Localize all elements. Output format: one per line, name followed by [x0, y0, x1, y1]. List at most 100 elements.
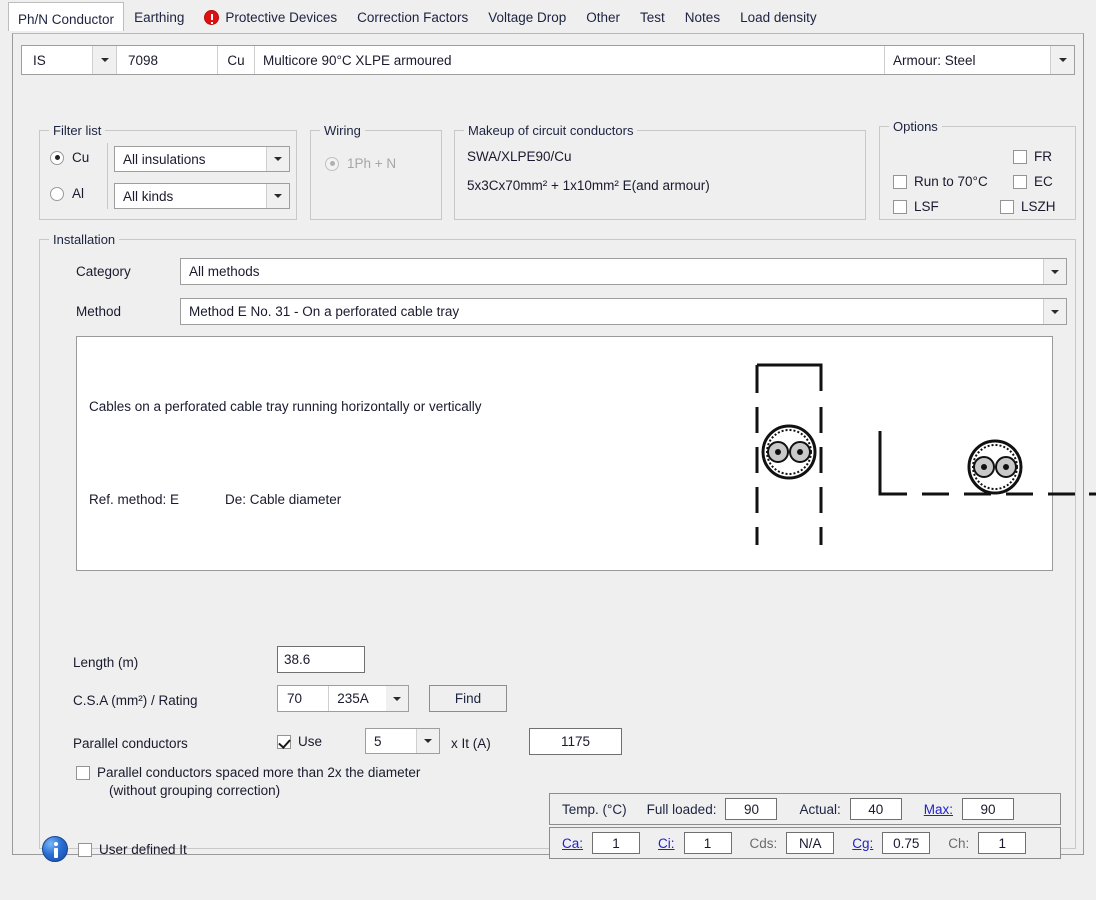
- radio-al-label: Al: [72, 186, 85, 201]
- tab-notes[interactable]: Notes: [674, 4, 731, 31]
- max-value: 90: [980, 801, 996, 817]
- option-fr-label: FR: [1034, 149, 1052, 164]
- radio-icon: [325, 156, 339, 171]
- tab-label: Ph/N Conductor: [18, 12, 115, 27]
- checkbox-icon: [893, 174, 907, 189]
- filter-list-legend: Filter list: [49, 123, 106, 138]
- max-link[interactable]: Max:: [924, 802, 953, 817]
- ca-link[interactable]: Ca:: [562, 836, 583, 851]
- csa-value: 70: [278, 686, 330, 711]
- insulation-value: All insulations: [123, 151, 206, 167]
- chevron-down-icon[interactable]: [1043, 259, 1066, 284]
- chevron-down-icon[interactable]: [416, 729, 439, 753]
- info-icon: [42, 836, 68, 862]
- method-select[interactable]: Method E No. 31 - On a perforated cable …: [180, 298, 1067, 325]
- tab-correction-factors[interactable]: Correction Factors: [347, 4, 479, 31]
- wiring-legend: Wiring: [320, 123, 365, 138]
- spaced-conductors-checkbox[interactable]: Parallel conductors spaced more than 2x …: [76, 765, 420, 798]
- checkbox-icon: [277, 734, 291, 749]
- tab-earthing[interactable]: Earthing: [124, 4, 195, 31]
- radio-icon: [50, 150, 64, 165]
- chevron-down-icon[interactable]: [1043, 299, 1066, 324]
- radio-al[interactable]: Al: [50, 186, 84, 201]
- length-input[interactable]: 38.6: [277, 646, 365, 673]
- option-lszh-label: LSZH: [1021, 199, 1056, 214]
- use-parallel-checkbox[interactable]: Use: [277, 734, 322, 749]
- option-fr[interactable]: FR: [1013, 149, 1052, 164]
- chevron-down-icon[interactable]: [266, 184, 289, 208]
- tab-voltage-drop[interactable]: Voltage Drop: [478, 4, 577, 31]
- csa-rating-select[interactable]: 70 235A: [277, 685, 409, 712]
- chevron-down-icon[interactable]: [1050, 46, 1074, 74]
- kinds-select[interactable]: All kinds: [114, 183, 290, 209]
- xit-value-field: 1175: [529, 728, 622, 755]
- tab-load-density[interactable]: Load density: [730, 4, 827, 31]
- spaced-label-line-1: Parallel conductors spaced more than 2x …: [97, 765, 421, 780]
- chevron-down-icon[interactable]: [266, 147, 289, 171]
- cable-material: Cu: [217, 46, 255, 74]
- option-run-to-70c-label: Run to 70°C: [914, 174, 988, 189]
- cg-link[interactable]: Cg:: [852, 836, 873, 851]
- method-value: Method E No. 31 - On a perforated cable …: [189, 304, 460, 319]
- xit-label: x It (A): [451, 736, 491, 751]
- option-run-to-70c[interactable]: Run to 70°C: [893, 174, 988, 189]
- full-loaded-label: Full loaded:: [646, 801, 717, 817]
- standard-select[interactable]: IS: [22, 46, 117, 74]
- armour-value: Armour: Steel: [893, 52, 976, 68]
- ch-label: Ch:: [948, 835, 970, 851]
- tab-label: Earthing: [134, 10, 185, 25]
- makeup-line-1: SWA/XLPE90/Cu: [467, 149, 572, 164]
- ci-value: 1: [703, 835, 712, 851]
- option-lszh[interactable]: LSZH: [1000, 199, 1056, 214]
- installation-group: Installation Category All methods Method…: [39, 232, 1096, 862]
- actual-value-field[interactable]: 40: [849, 798, 902, 820]
- checkbox-icon: [76, 766, 90, 780]
- chevron-down-icon[interactable]: [386, 686, 408, 711]
- tab-protective-devices[interactable]: Protective Devices: [194, 4, 348, 31]
- find-button[interactable]: Find: [429, 685, 507, 712]
- user-defined-it-checkbox[interactable]: User defined It: [78, 842, 187, 857]
- illustration-description: Cables on a perforated cable tray runnin…: [89, 399, 482, 414]
- checkbox-icon: [1013, 149, 1027, 164]
- temperature-title: Temp. (°C): [562, 801, 627, 817]
- cds-value: N/A: [799, 835, 822, 851]
- ch-value-field: 1: [978, 832, 1027, 854]
- divider: [107, 143, 108, 209]
- checkbox-icon: [893, 199, 907, 214]
- csa-label: C.S.A (mm²) / Rating: [73, 693, 198, 708]
- radio-icon: [50, 186, 64, 201]
- tab-test[interactable]: Test: [630, 4, 675, 31]
- tab-other[interactable]: Other: [576, 4, 631, 31]
- xit-value: 1175: [560, 734, 591, 749]
- use-label: Use: [298, 734, 323, 749]
- parallel-count-select[interactable]: 5: [365, 728, 440, 754]
- length-value: 38.6: [284, 652, 311, 667]
- option-ec[interactable]: EC: [1013, 174, 1053, 189]
- tab-list: Ph/N Conductor Earthing Protective Devic…: [8, 2, 827, 31]
- options-group: Options FR Run to 70°C EC LSF LSZH: [879, 119, 1076, 220]
- ph-n-conductor-panel: IS 7098 Cu Multicore 90°C XLPE armoured …: [12, 33, 1096, 862]
- option-lsf-label: LSF: [914, 199, 939, 214]
- tab-label: Other: [586, 10, 621, 25]
- option-lsf[interactable]: LSF: [893, 199, 939, 214]
- makeup-line-2: 5x3Cx70mm² + 1x10mm² E(and armour): [467, 178, 710, 193]
- find-button-label: Find: [454, 691, 482, 706]
- chevron-down-icon[interactable]: [92, 46, 116, 74]
- method-label: Method: [76, 304, 122, 319]
- checkbox-icon: [1000, 199, 1014, 214]
- error-icon: [204, 10, 220, 25]
- cable-id-field[interactable]: 7098: [117, 46, 217, 74]
- cable-selection-row: IS 7098 Cu Multicore 90°C XLPE armoured …: [21, 45, 1075, 75]
- user-defined-it-label: User defined It: [99, 842, 187, 857]
- tab-ph-n-conductor[interactable]: Ph/N Conductor: [8, 2, 125, 31]
- armour-select[interactable]: Armour: Steel: [884, 46, 1074, 74]
- ci-link[interactable]: Ci:: [658, 836, 675, 851]
- category-select[interactable]: All methods: [180, 258, 1067, 285]
- tab-label: Load density: [740, 10, 817, 25]
- radio-cu[interactable]: Cu: [50, 150, 89, 165]
- parallel-conductors-label: Parallel conductors: [73, 736, 188, 751]
- insulation-select[interactable]: All insulations: [114, 146, 290, 172]
- actual-label: Actual:: [799, 801, 841, 817]
- tab-label: Voltage Drop: [488, 10, 567, 25]
- category-label: Category: [76, 264, 131, 279]
